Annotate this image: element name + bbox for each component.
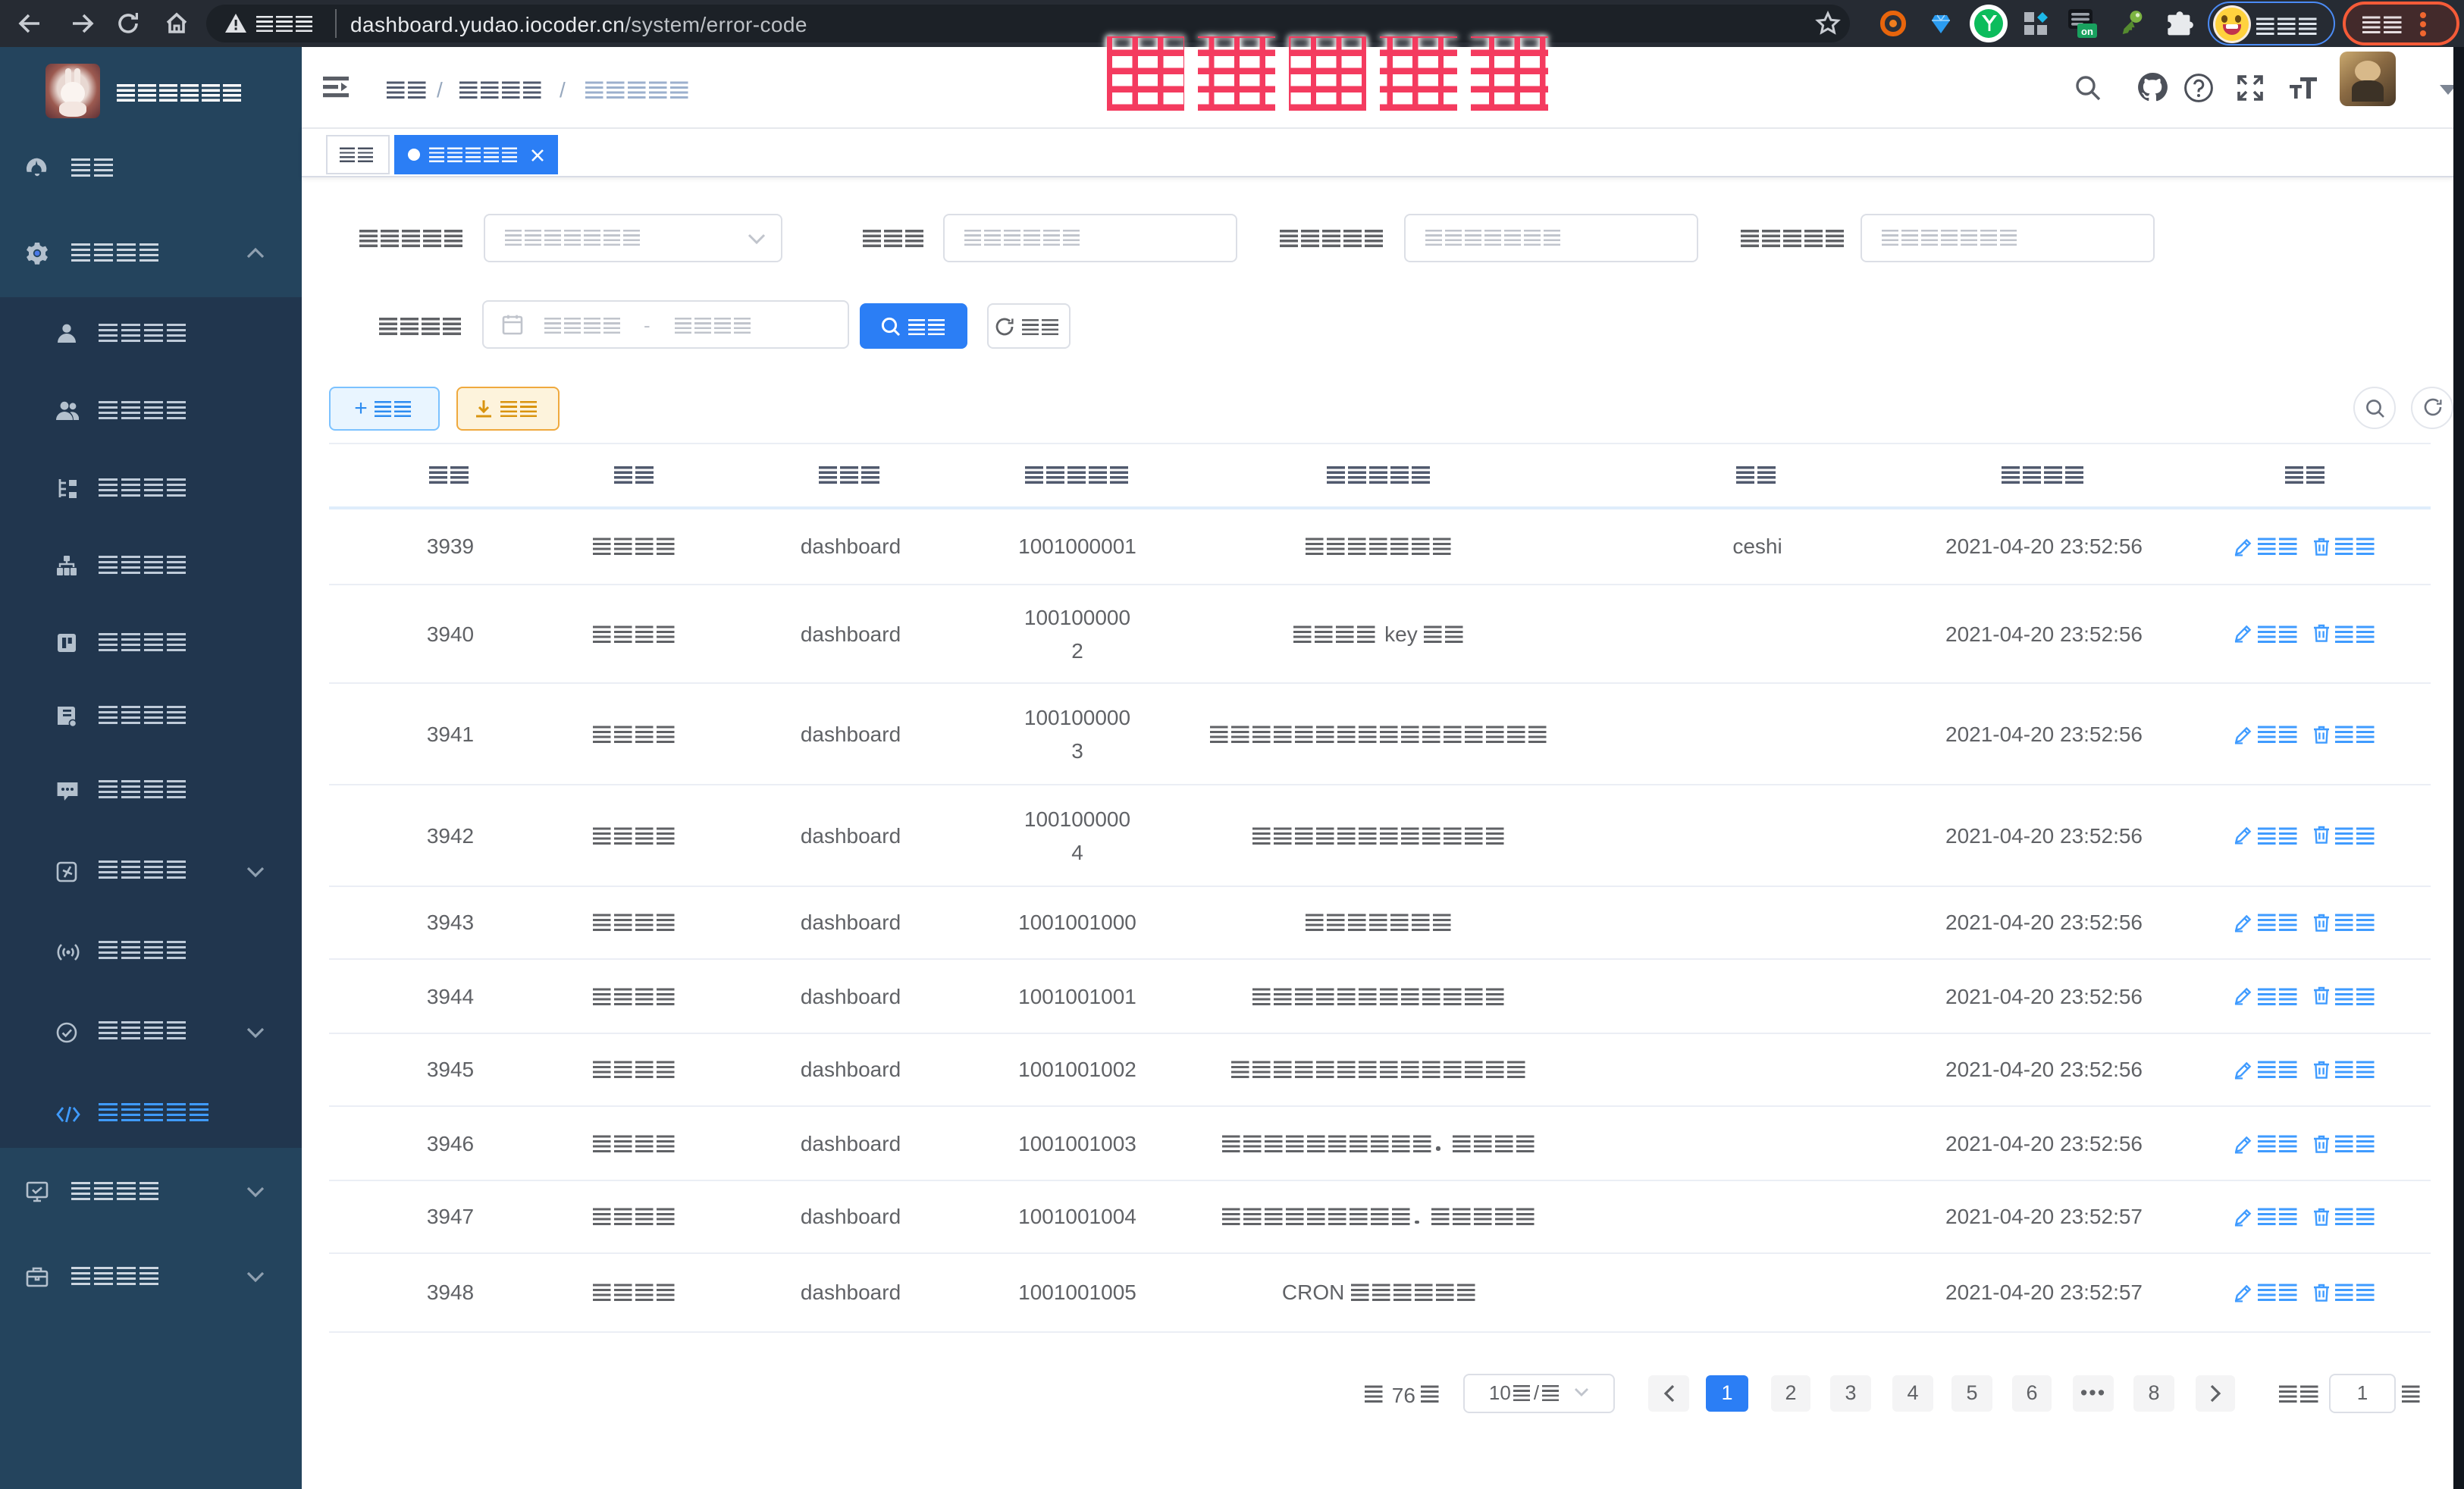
svg-text:on: on <box>2081 26 2093 37</box>
